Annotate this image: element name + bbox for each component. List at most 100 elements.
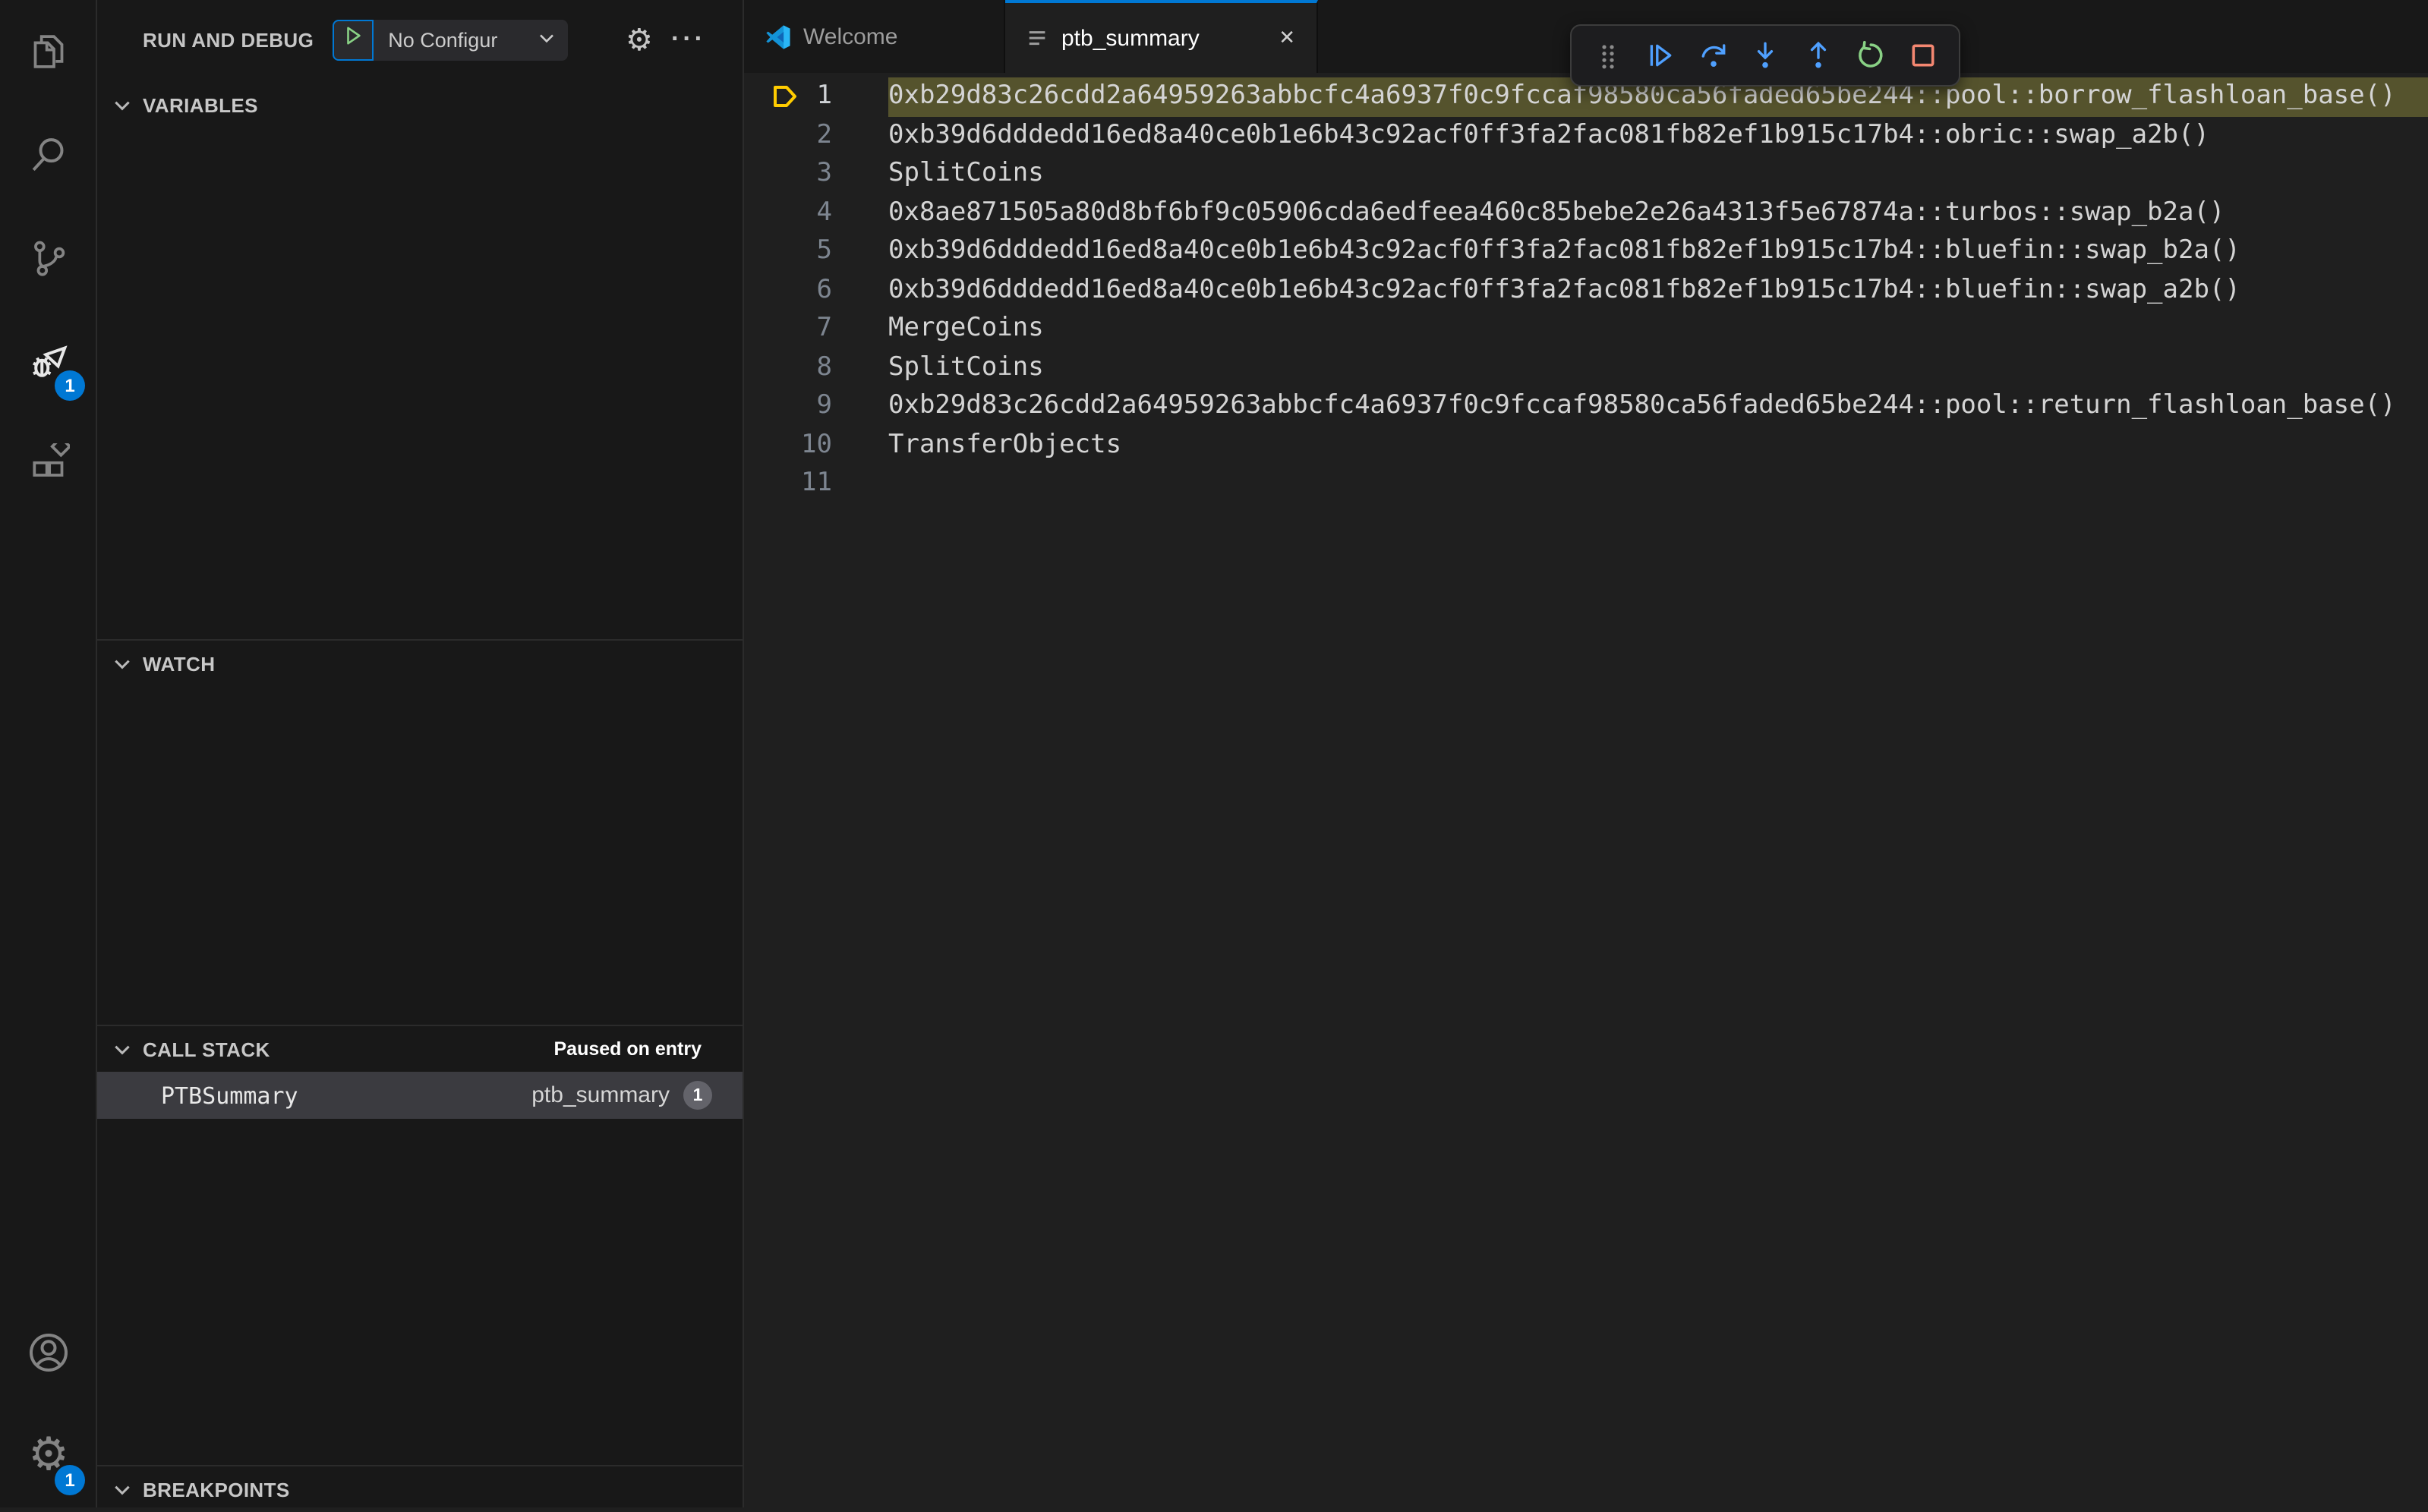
- start-debugging-button[interactable]: [332, 19, 374, 60]
- line-number: 10: [801, 429, 832, 459]
- gutter-spacer: [832, 426, 888, 465]
- watch-title: WATCH: [143, 652, 216, 675]
- code-line[interactable]: 9 0xb29d83c26cdd2a64959263abbcfc4a6937f0c…: [744, 387, 2428, 426]
- breakpoint-gutter[interactable]: [744, 232, 799, 271]
- line-number: 2: [816, 119, 833, 150]
- code-text: 0xb39d6dddedd16ed8a40ce0b1e6b43c92acf0ff…: [888, 119, 2209, 150]
- code-line[interactable]: 6 0xb39d6dddedd16ed8a40ce0b1e6b43c92acf0f…: [744, 271, 2428, 310]
- continue-button[interactable]: [1638, 33, 1683, 78]
- variables-header[interactable]: VARIABLES: [97, 82, 743, 128]
- debug-badge: 1: [55, 370, 85, 401]
- code-line[interactable]: 8 SplitCoins: [744, 348, 2428, 387]
- account-icon: [26, 1330, 71, 1375]
- activity-bar: 1 ⚙ 1: [0, 0, 97, 1507]
- chevron-down-icon: [112, 1479, 132, 1499]
- editor-area: Welcome ptb_summary ✕ 1 0xb29d83c26cdd2a6…: [744, 0, 2428, 1507]
- account-button[interactable]: [0, 1301, 97, 1404]
- line-number: 1: [816, 80, 833, 111]
- extensions-icon: [27, 443, 70, 486]
- breakpoint-gutter[interactable]: [744, 271, 799, 310]
- sidebar-item-search[interactable]: [0, 103, 97, 206]
- chevron-down-icon: [112, 1039, 132, 1059]
- breakpoint-gutter[interactable]: [744, 116, 799, 155]
- code-text: MergeCoins: [888, 313, 1044, 343]
- watch-header[interactable]: WATCH: [97, 641, 743, 686]
- breakpoints-pane: BREAKPOINTS: [97, 1465, 743, 1512]
- line-number: 11: [801, 468, 832, 498]
- debug-settings-button[interactable]: ⚙: [626, 0, 653, 79]
- call-stack-header[interactable]: CALL STACK Paused on entry: [97, 1026, 743, 1072]
- gutter-spacer: [832, 310, 888, 348]
- debug-toolbar: [1570, 24, 1960, 87]
- step-out-icon: [1809, 41, 1826, 68]
- toolbar-gripper[interactable]: [1585, 33, 1631, 78]
- gutter-spacer: [832, 194, 888, 232]
- tab-ptb-summary[interactable]: ptb_summary ✕: [1005, 0, 1318, 73]
- code-text: 0xb39d6dddedd16ed8a40ce0b1e6b43c92acf0ff…: [888, 274, 2240, 304]
- gutter-spacer: [832, 77, 888, 116]
- code-text: SplitCoins: [888, 158, 1044, 188]
- call-stack-title: CALL STACK: [143, 1038, 270, 1060]
- gutter-spacer: [832, 271, 888, 310]
- sidebar-item-source-control[interactable]: [0, 206, 97, 310]
- call-stack-frame-row[interactable]: PTBSummary ptb_summary 1: [97, 1072, 743, 1119]
- debug-configuration-label: No Configur: [388, 28, 498, 51]
- variables-title: VARIABLES: [143, 93, 258, 116]
- breakpoint-gutter[interactable]: [744, 310, 799, 348]
- settings-button[interactable]: ⚙ 1: [0, 1404, 97, 1507]
- stop-button[interactable]: [1900, 33, 1945, 78]
- gutter-spacer: [832, 155, 888, 194]
- code-line[interactable]: 3 SplitCoins: [744, 155, 2428, 194]
- gutter-spacer: [832, 232, 888, 271]
- call-stack-pane: CALL STACK Paused on entry PTBSummary pt…: [97, 1025, 743, 1119]
- breakpoint-gutter[interactable]: [744, 194, 799, 232]
- stack-frame-name: PTBSummary: [161, 1082, 298, 1109]
- close-icon[interactable]: ✕: [1260, 26, 1295, 50]
- variables-pane: VARIABLES: [97, 82, 743, 128]
- gutter-spacer: [832, 465, 888, 503]
- chevron-down-icon: [112, 95, 132, 115]
- code-line[interactable]: 5 0xb39d6dddedd16ed8a40ce0b1e6b43c92acf0f…: [744, 232, 2428, 271]
- views-more-actions-button[interactable]: ···: [671, 0, 706, 79]
- breakpoint-gutter[interactable]: [744, 348, 799, 387]
- code-line[interactable]: 11: [744, 465, 2428, 503]
- breakpoint-gutter[interactable]: [744, 465, 799, 503]
- stack-frame-badge: 1: [683, 1081, 712, 1110]
- code-line[interactable]: 4 0x8ae871505a80d8bf6bf9c05906cda6edfeea4…: [744, 194, 2428, 232]
- line-number: 8: [816, 351, 833, 382]
- sidebar-item-run-and-debug[interactable]: 1: [0, 310, 97, 413]
- play-icon: [342, 26, 362, 53]
- code-lines: 1 0xb29d83c26cdd2a64959263abbcfc4a6937f0c…: [744, 73, 2428, 503]
- ellipsis-icon: ···: [671, 24, 706, 53]
- tab-label: Welcome: [803, 24, 898, 49]
- line-number: 7: [816, 313, 833, 343]
- step-into-icon: [1757, 42, 1774, 68]
- breakpoints-header[interactable]: BREAKPOINTS: [97, 1466, 743, 1512]
- breakpoint-gutter[interactable]: [744, 155, 799, 194]
- pause-reason-status: Paused on entry: [553, 1038, 702, 1060]
- sidebar-item-extensions[interactable]: [0, 413, 97, 516]
- restart-button[interactable]: [1847, 33, 1893, 78]
- step-out-button[interactable]: [1795, 33, 1840, 78]
- gutter-spacer: [832, 348, 888, 387]
- current-line-arrow-icon: [744, 77, 799, 116]
- tab-welcome[interactable]: Welcome: [744, 0, 1005, 73]
- debug-configuration-dropdown[interactable]: No Configur: [373, 19, 568, 60]
- breakpoint-gutter[interactable]: [744, 387, 799, 426]
- sidebar-title: RUN AND DEBUG: [143, 28, 314, 51]
- activity-bar-bottom: ⚙ 1: [0, 1301, 96, 1507]
- watch-pane: WATCH: [97, 639, 743, 686]
- list-file-icon: [1026, 27, 1049, 49]
- code-line[interactable]: 7 MergeCoins: [744, 310, 2428, 348]
- line-number: 4: [816, 197, 833, 227]
- code-line[interactable]: 10 TransferObjects: [744, 426, 2428, 465]
- code-line[interactable]: 2 0xb39d6dddedd16ed8a40ce0b1e6b43c92acf0f…: [744, 116, 2428, 155]
- step-over-button[interactable]: [1690, 33, 1736, 78]
- sidebar-item-explorer[interactable]: [0, 0, 97, 103]
- code-text: 0x8ae871505a80d8bf6bf9c05906cda6edfeea46…: [888, 197, 2225, 227]
- line-number: 6: [816, 274, 833, 304]
- breakpoint-gutter[interactable]: [744, 426, 799, 465]
- line-number: 5: [816, 235, 833, 266]
- step-into-button[interactable]: [1742, 33, 1788, 78]
